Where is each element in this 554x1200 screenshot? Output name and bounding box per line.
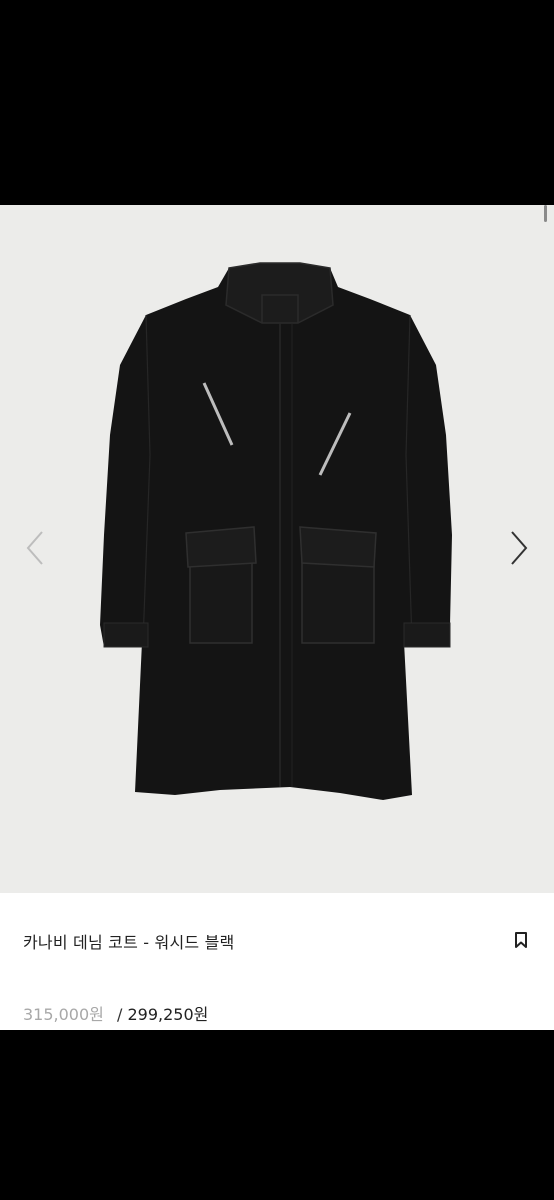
product-image — [100, 262, 452, 800]
product-title: 카나비 데님 코트 - 워시드 블랙 — [23, 933, 235, 952]
scroll-indicator[interactable] — [544, 205, 547, 222]
product-info: 카나비 데님 코트 - 워시드 블랙 315,000원 / 299,250원 — [0, 893, 554, 1030]
top-black-area — [0, 0, 554, 205]
original-price: 315,000원 — [23, 1005, 104, 1024]
sale-price: 299,250원 — [127, 1005, 209, 1024]
gallery-prev-button[interactable] — [20, 528, 50, 568]
product-image-gallery[interactable] — [0, 205, 554, 893]
gallery-next-button[interactable] — [504, 528, 534, 568]
bottom-black-area — [0, 1030, 554, 1200]
price-separator: / — [116, 1005, 123, 1024]
price-row: 315,000원 / 299,250원 — [23, 1001, 208, 1025]
bookmark-icon — [515, 932, 527, 948]
coat-body — [100, 263, 452, 800]
chevron-right-icon — [511, 531, 528, 565]
bookmark-button[interactable] — [513, 931, 529, 949]
chevron-left-icon — [26, 531, 43, 565]
